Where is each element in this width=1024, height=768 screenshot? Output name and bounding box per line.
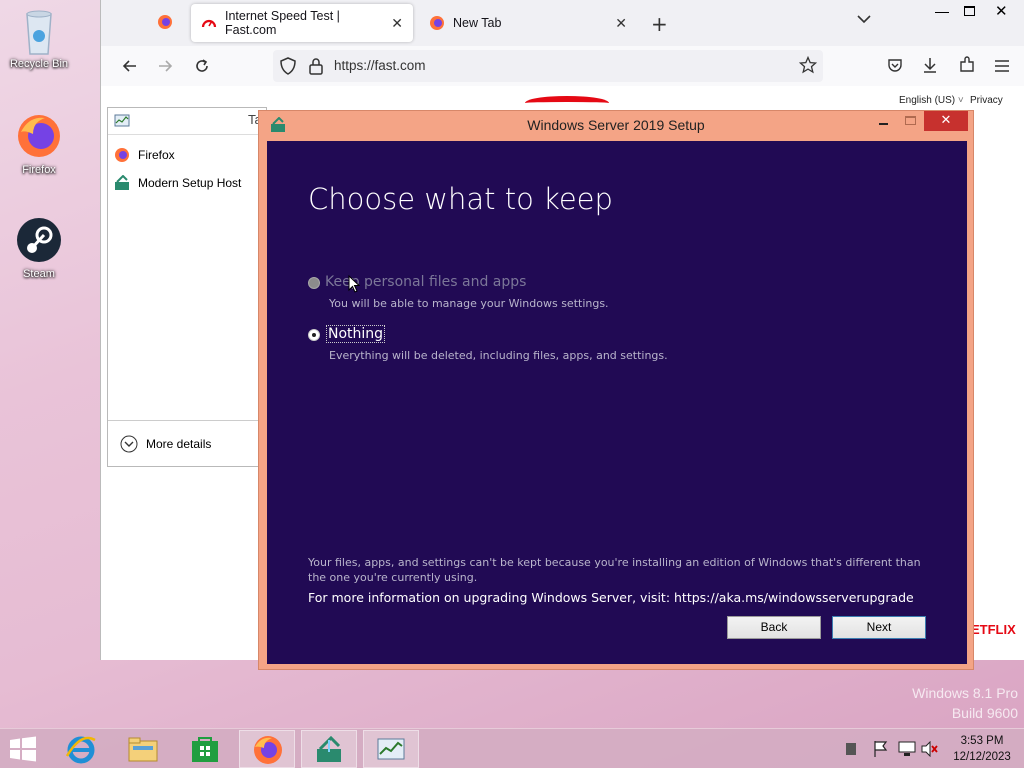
- mouse-cursor-icon: [348, 274, 361, 297]
- close-tab-icon[interactable]: ✕: [391, 15, 403, 32]
- netflix-logo[interactable]: ETFLIX: [971, 622, 1016, 637]
- bookmark-star-icon[interactable]: [798, 55, 818, 78]
- extensions-icon[interactable]: [958, 56, 976, 78]
- firefox-icon: [429, 15, 445, 31]
- pocket-icon[interactable]: [887, 57, 903, 77]
- task-manager-icon: [376, 737, 406, 767]
- setup-close-button[interactable]: ✕: [924, 111, 968, 131]
- setup-host-icon: [114, 174, 130, 191]
- setup-host-icon: [314, 735, 344, 768]
- more-details-toggle[interactable]: More details: [108, 420, 266, 453]
- next-button[interactable]: Next: [832, 616, 926, 639]
- tab-strip: Internet Speed Test | Fast.com ✕ New Tab…: [101, 0, 1024, 46]
- download-icon[interactable]: [922, 56, 938, 78]
- page-heading: Choose what to keep: [308, 182, 613, 216]
- taskbar-file-explorer[interactable]: [115, 730, 171, 768]
- clock[interactable]: 3:53 PM 12/12/2023: [948, 733, 1016, 765]
- windows-watermark: Windows 8.1 Pro Build 9600: [912, 683, 1018, 723]
- more-details-label: More details: [146, 437, 212, 451]
- task-manager-icon: [114, 113, 130, 127]
- tab-new-tab[interactable]: New Tab ✕: [421, 4, 635, 42]
- taskbar-task-manager[interactable]: [363, 730, 419, 768]
- taskbar-firefox[interactable]: [239, 730, 295, 768]
- language-selector[interactable]: English (US) ˅: [899, 95, 964, 106]
- volume-muted-icon[interactable]: [921, 740, 939, 761]
- radio-keep-files[interactable]: [308, 277, 320, 289]
- reload-icon[interactable]: [193, 57, 211, 79]
- taskbar-store[interactable]: [177, 730, 233, 768]
- steam-icon: [15, 216, 63, 264]
- watermark-build: Build 9600: [951, 705, 1018, 721]
- tab-title: Internet Speed Test | Fast.com: [225, 9, 340, 37]
- speed-gauge-partial: [525, 96, 609, 110]
- minimize-button[interactable]: [935, 4, 949, 18]
- info-text: Your files, apps, and settings can't be …: [308, 556, 921, 584]
- watermark-edition: Windows 8.1 Pro: [912, 685, 1018, 701]
- taskbar-internet-explorer[interactable]: [53, 730, 109, 768]
- firefox-icon: [114, 147, 130, 163]
- desktop-icon-firefox[interactable]: Firefox: [4, 112, 74, 176]
- firefox-view-button[interactable]: [157, 14, 173, 30]
- recycle-bin-icon: [15, 6, 63, 55]
- setup-title: Windows Server 2019 Setup: [527, 117, 705, 133]
- navigation-toolbar: https://fast.com: [101, 46, 1024, 86]
- radio-nothing[interactable]: [308, 329, 320, 341]
- speed-gauge-icon: [201, 15, 217, 31]
- task-item-firefox[interactable]: Firefox: [108, 141, 266, 169]
- tab-fast-com[interactable]: Internet Speed Test | Fast.com ✕: [191, 4, 413, 42]
- forward-arrow-icon[interactable]: [156, 57, 174, 79]
- back-arrow-icon[interactable]: [121, 57, 139, 79]
- option-label: Nothing: [326, 325, 386, 343]
- store-icon: [190, 735, 220, 767]
- clock-time: 3:53 PM: [960, 735, 1004, 747]
- new-tab-button[interactable]: +: [651, 12, 668, 36]
- shield-icon[interactable]: [280, 57, 296, 79]
- language-label: English (US): [899, 95, 956, 106]
- option-description: Everything will be deleted, including fi…: [329, 349, 668, 362]
- back-button[interactable]: Back: [727, 616, 821, 639]
- setup-maximize-button[interactable]: [905, 116, 916, 125]
- tab-title: New Tab: [453, 16, 502, 30]
- desktop-icon-label: Steam: [23, 268, 55, 280]
- chevron-down-circle-icon: [120, 435, 138, 453]
- lock-icon[interactable]: [309, 57, 323, 79]
- task-manager-window: Ta Firefox Modern Setup Host More detail…: [107, 107, 267, 467]
- maximize-button[interactable]: [964, 6, 975, 16]
- option-description: You will be able to manage your Windows …: [329, 297, 609, 310]
- task-item-label: Modern Setup Host: [138, 176, 242, 190]
- privacy-link[interactable]: Privacy: [970, 95, 1003, 106]
- clock-date: 12/12/2023: [953, 751, 1011, 763]
- firefox-icon: [252, 734, 284, 768]
- firefox-icon: [15, 112, 63, 160]
- taskbar: 3:53 PM 12/12/2023: [0, 728, 1024, 768]
- setup-minimize-button[interactable]: [879, 123, 888, 125]
- start-button[interactable]: [8, 736, 38, 766]
- desktop-icon-label: Firefox: [22, 164, 56, 176]
- list-tabs-chevron-icon[interactable]: [857, 12, 871, 28]
- close-window-button[interactable]: ✕: [995, 2, 1008, 20]
- setup-dialog: Windows Server 2019 Setup ✕ Choose what …: [258, 110, 974, 670]
- task-item-modern-setup-host[interactable]: Modern Setup Host: [108, 169, 266, 197]
- setup-content: Choose what to keep Keep personal files …: [267, 141, 967, 664]
- task-manager-titlebar: Ta: [108, 108, 266, 134]
- menu-hamburger-icon[interactable]: [994, 58, 1010, 77]
- network-icon[interactable]: [898, 741, 916, 761]
- desktop-icon-recycle-bin[interactable]: Recycle Bin: [4, 6, 74, 70]
- more-info-text: For more information on upgrading Window…: [308, 590, 914, 605]
- close-tab-icon[interactable]: ✕: [615, 15, 627, 32]
- folder-icon: [128, 736, 158, 766]
- desktop-icon-label: Recycle Bin: [9, 58, 69, 70]
- tray-show-hidden-icon[interactable]: [846, 743, 856, 755]
- url-text: https://fast.com: [334, 58, 426, 73]
- taskbar-setup[interactable]: [301, 730, 357, 768]
- action-center-flag-icon[interactable]: [873, 740, 889, 762]
- internet-explorer-icon: [65, 734, 97, 768]
- task-manager-list: Firefox Modern Setup Host: [108, 134, 266, 197]
- task-item-label: Firefox: [138, 148, 175, 162]
- desktop-icon-steam[interactable]: Steam: [4, 216, 74, 280]
